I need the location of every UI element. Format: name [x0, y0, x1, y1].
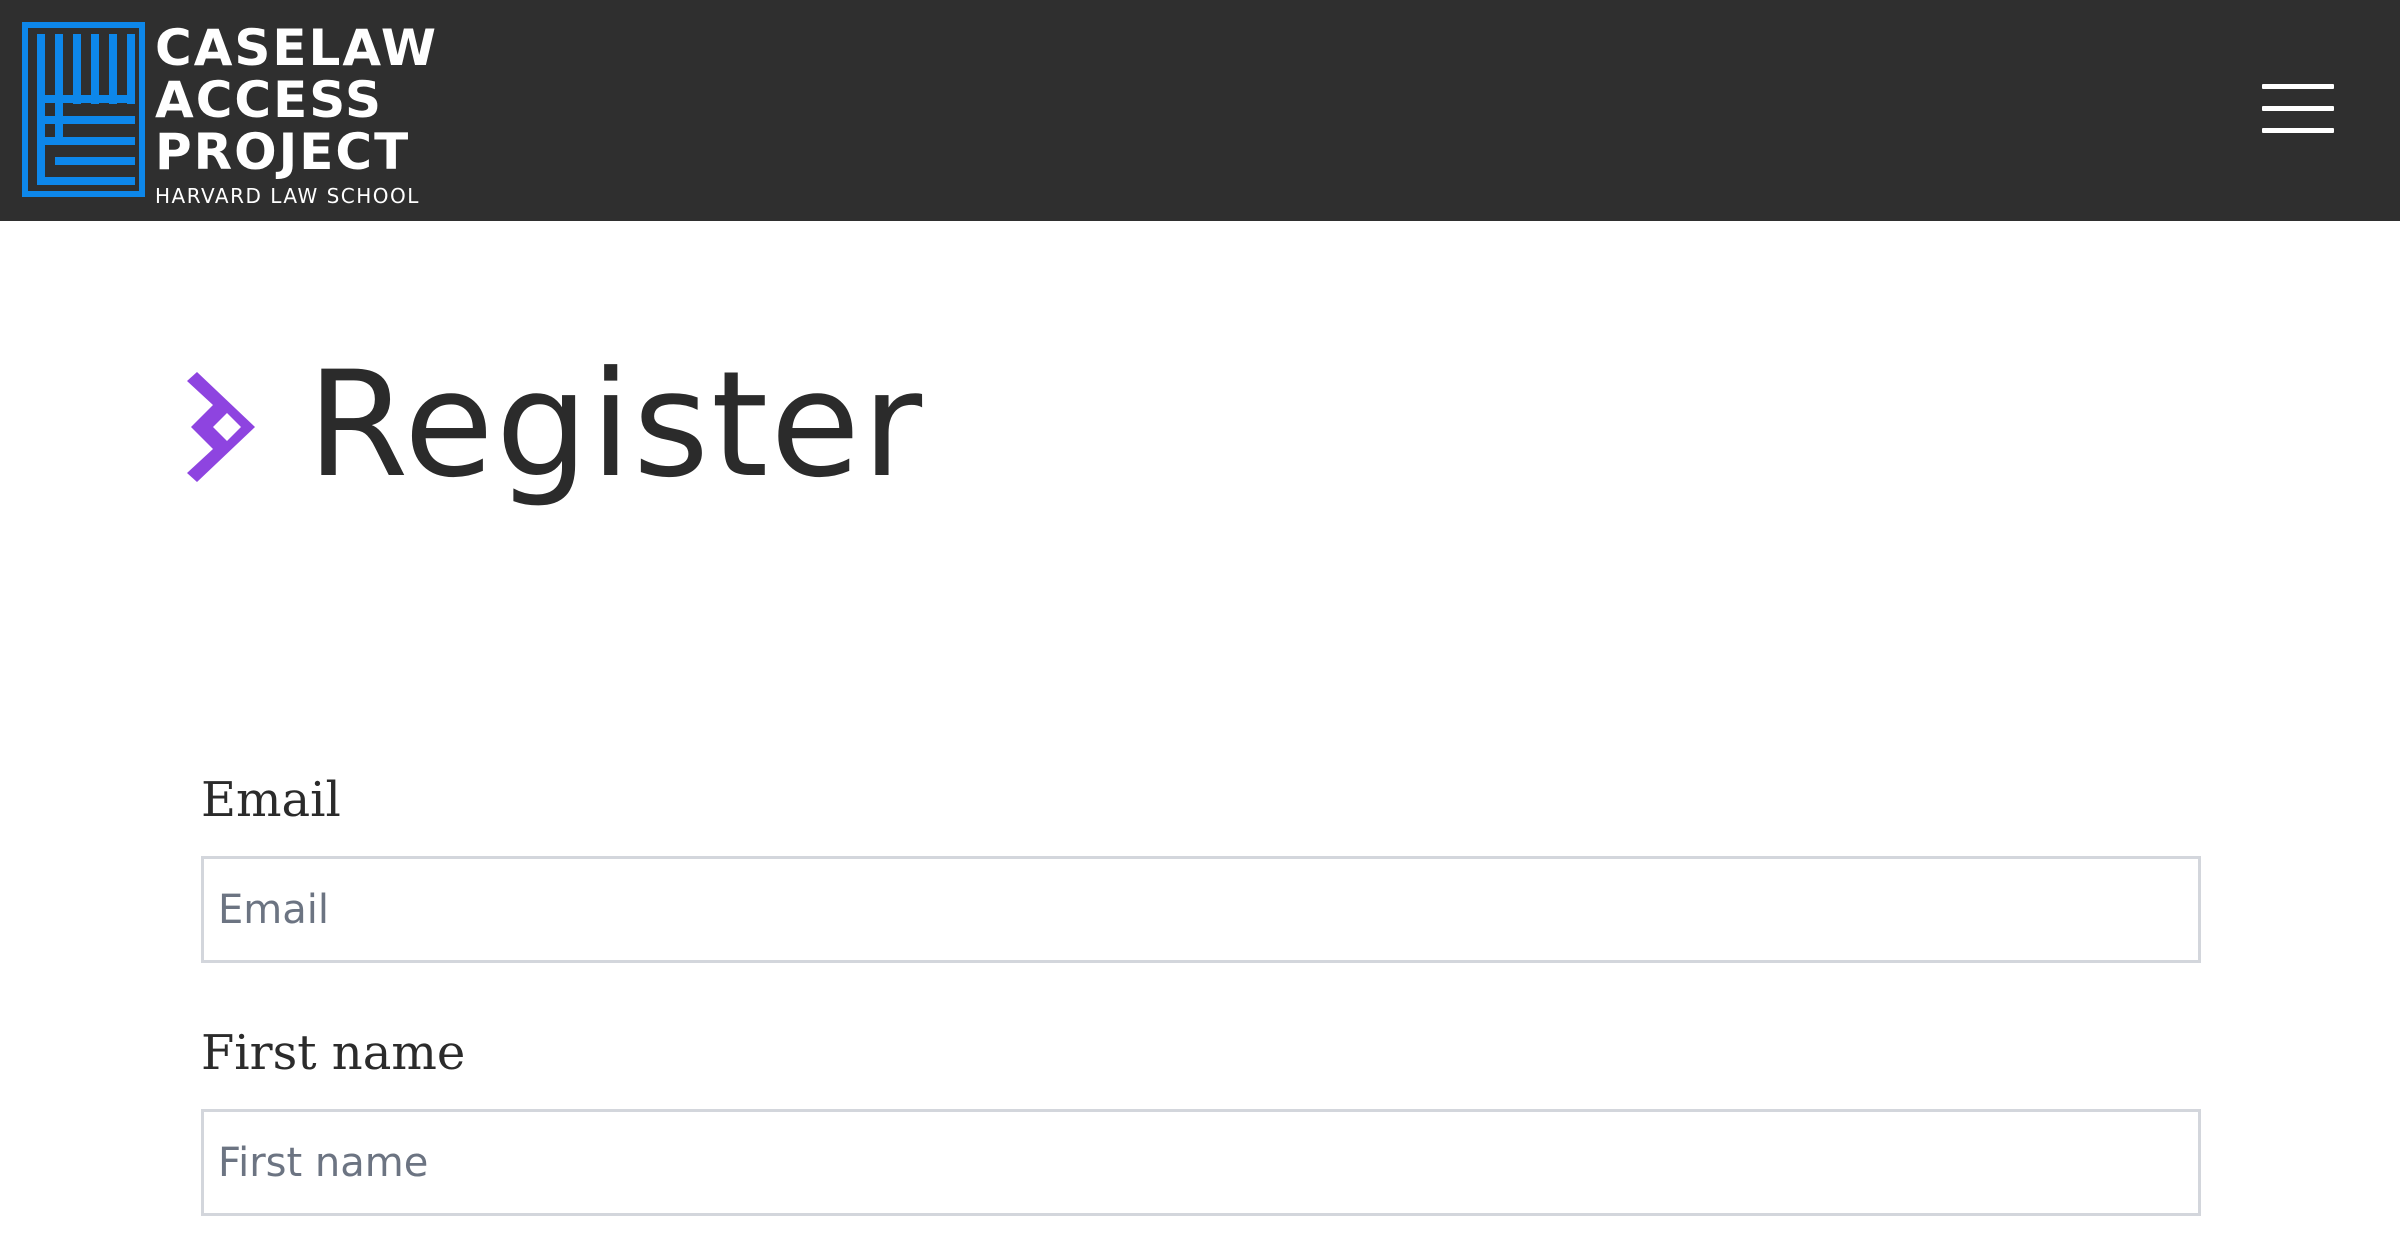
logo-line-1: CASELAW — [155, 19, 439, 77]
page-heading: Register — [185, 345, 924, 505]
first-name-field[interactable] — [201, 1109, 2201, 1216]
first-name-label: First name — [201, 1025, 466, 1081]
logo-line-3: PROJECT — [155, 123, 411, 181]
email-field[interactable] — [201, 856, 2201, 963]
logo-wordmark: CASELAW ACCESS PROJECT HARVARD LAW SCHOO… — [155, 22, 455, 208]
email-label: Email — [201, 772, 341, 828]
register-form: Email First name — [201, 760, 2201, 1216]
caselaw-access-project-logo[interactable]: CASELAW ACCESS PROJECT HARVARD LAW SCHOO… — [22, 22, 444, 208]
menu-bar-middle — [2262, 106, 2334, 111]
field-spacer — [201, 963, 2201, 1013]
page-title: Register — [307, 340, 925, 510]
hamburger-menu-icon[interactable] — [2262, 80, 2337, 140]
menu-bar-bottom — [2262, 128, 2334, 133]
top-navigation-bar: CASELAW ACCESS PROJECT HARVARD LAW SCHOO… — [0, 0, 2400, 221]
menu-bar-top — [2262, 84, 2334, 89]
logo-subtitle: HARVARD LAW SCHOOL — [155, 184, 420, 208]
logo-mark-icon — [22, 22, 145, 197]
logo-line-2: ACCESS — [155, 71, 384, 129]
chevron-diamond-icon — [187, 372, 255, 482]
